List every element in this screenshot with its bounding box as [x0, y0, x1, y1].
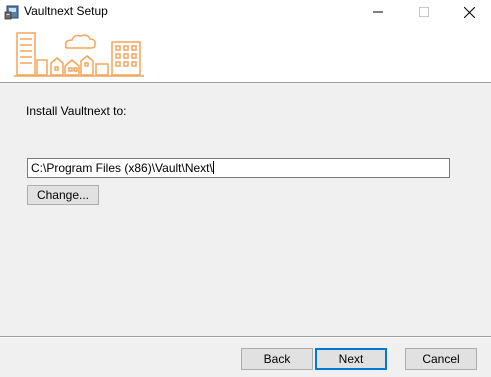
minimize-icon [373, 11, 383, 13]
install-path-field[interactable]: C:\Program Files (x86)\Vault\Next\ [27, 158, 450, 178]
cancel-button-label: Cancel [422, 352, 460, 366]
window-title: Vaultnext Setup [24, 4, 108, 18]
banner-divider [0, 82, 491, 83]
title-bar: Vaultnext Setup [0, 0, 491, 24]
minimize-button[interactable] [355, 0, 401, 24]
close-icon [463, 6, 475, 18]
back-button-label: Back [263, 352, 291, 366]
next-button-label: Next [338, 352, 364, 366]
install-location-label: Install Vaultnext to: [26, 104, 127, 118]
back-button[interactable]: Back [241, 348, 313, 370]
close-button[interactable] [446, 0, 491, 24]
next-button[interactable]: Next [315, 348, 387, 370]
city-skyline-logo [14, 32, 144, 77]
maximize-button[interactable] [401, 0, 447, 24]
text-caret [212, 161, 214, 174]
banner [0, 24, 491, 82]
install-path-value: C:\Program Files (x86)\Vault\Next\ [31, 161, 213, 175]
maximize-icon [419, 7, 429, 17]
change-button-label: Change... [36, 188, 90, 202]
cancel-button[interactable]: Cancel [405, 348, 477, 370]
footer-divider-highlight [0, 337, 491, 338]
change-button[interactable]: Change... [27, 185, 99, 205]
installer-icon [4, 5, 19, 20]
